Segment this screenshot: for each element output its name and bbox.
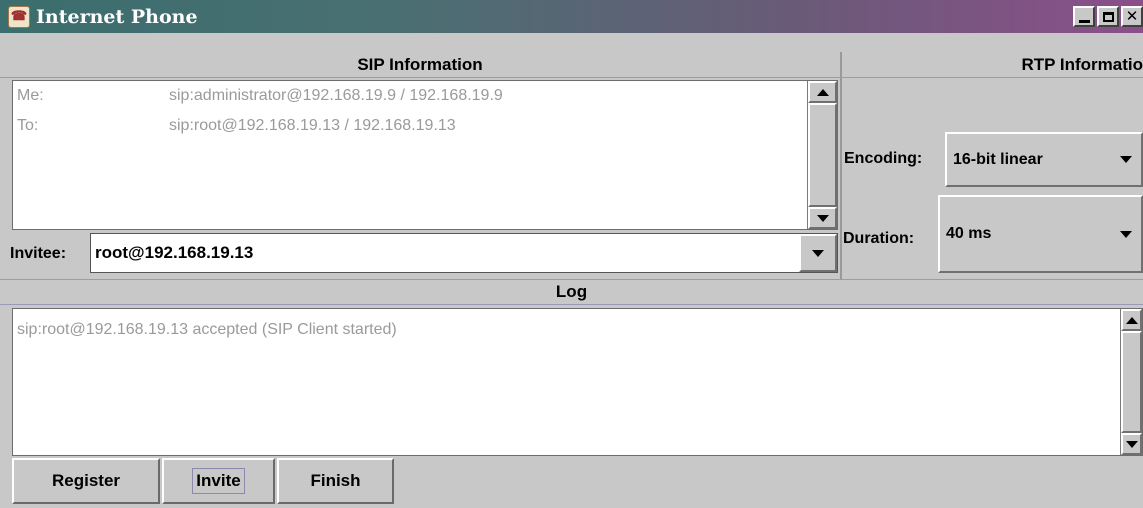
duration-combobox[interactable]: 40 ms	[938, 195, 1143, 273]
chevron-down-icon	[1120, 156, 1132, 163]
maximize-icon	[1102, 11, 1114, 22]
duration-label: Duration:	[843, 230, 915, 247]
invitee-combobox[interactable]: root@192.168.19.13	[90, 233, 838, 273]
encoding-dropdown-button[interactable]	[1111, 156, 1141, 163]
sip-me-value: sip:administrator@192.168.19.9 / 192.168…	[169, 87, 503, 104]
encoding-value: 16-bit linear	[953, 150, 1043, 168]
duration-value: 40 ms	[946, 225, 992, 242]
log-scroll-up-button[interactable]	[1121, 309, 1142, 331]
invitee-value: root@192.168.19.13	[95, 243, 254, 262]
minimize-button[interactable]	[1073, 6, 1095, 27]
invite-button[interactable]: Invite	[162, 458, 275, 504]
rtp-header-text: RTP Informatio	[1021, 54, 1143, 74]
chevron-down-icon	[812, 249, 824, 257]
window-controls: ✕	[1073, 6, 1143, 27]
sip-info-scrollbar[interactable]	[807, 81, 837, 229]
finish-button[interactable]: Finish	[277, 458, 394, 504]
sip-to-row: To: sip:root@192.168.19.13 / 192.168.19.…	[13, 117, 456, 135]
arrow-down-icon	[816, 214, 829, 222]
close-icon: ✕	[1125, 7, 1139, 25]
log-line: sip:root@192.168.19.13 accepted (SIP Cli…	[17, 321, 397, 338]
invitee-dropdown-button[interactable]	[799, 234, 837, 272]
close-button[interactable]: ✕	[1121, 6, 1143, 27]
log-scroll-down-button[interactable]	[1121, 433, 1142, 455]
arrow-down-icon	[1125, 440, 1138, 448]
sip-to-label: To:	[17, 117, 39, 134]
sip-to-value: sip:root@192.168.19.13 / 192.168.19.13	[169, 117, 456, 134]
log-header: Log	[0, 279, 1143, 305]
panel-divider	[840, 52, 842, 280]
rtp-information-header: RTP Informatio	[842, 52, 1143, 78]
sip-scroll-up-button[interactable]	[808, 81, 837, 103]
invitee-label: Invitee:	[10, 245, 67, 262]
sip-me-row: Me: sip:administrator@192.168.19.9 / 192…	[13, 87, 503, 105]
register-button[interactable]: Register	[12, 458, 160, 504]
title-bar[interactable]: ☎ Internet Phone ✕	[0, 0, 1143, 33]
sip-information-header: SIP Information	[0, 52, 840, 78]
sip-scroll-down-button[interactable]	[808, 207, 837, 229]
duration-dropdown-button[interactable]	[1111, 230, 1141, 238]
encoding-combobox[interactable]: 16-bit linear	[945, 132, 1143, 187]
encoding-label: Encoding:	[844, 150, 923, 167]
arrow-up-icon	[1125, 316, 1138, 324]
log-scroll-thumb[interactable]	[1121, 331, 1142, 433]
log-scrollbar[interactable]	[1120, 309, 1142, 455]
sip-info-textarea[interactable]: Me: sip:administrator@192.168.19.9 / 192…	[12, 80, 838, 230]
invite-button-label: Invite	[192, 468, 245, 494]
maximize-button[interactable]	[1097, 6, 1119, 27]
minimize-icon	[1078, 19, 1090, 23]
window-title: Internet Phone	[36, 5, 198, 28]
arrow-up-icon	[816, 88, 829, 96]
sip-scroll-thumb[interactable]	[808, 103, 837, 207]
phone-app-icon: ☎	[8, 5, 30, 28]
chevron-down-icon	[1120, 230, 1132, 238]
log-textarea[interactable]: sip:root@192.168.19.13 accepted (SIP Cli…	[12, 308, 1143, 456]
sip-me-label: Me:	[17, 87, 44, 104]
